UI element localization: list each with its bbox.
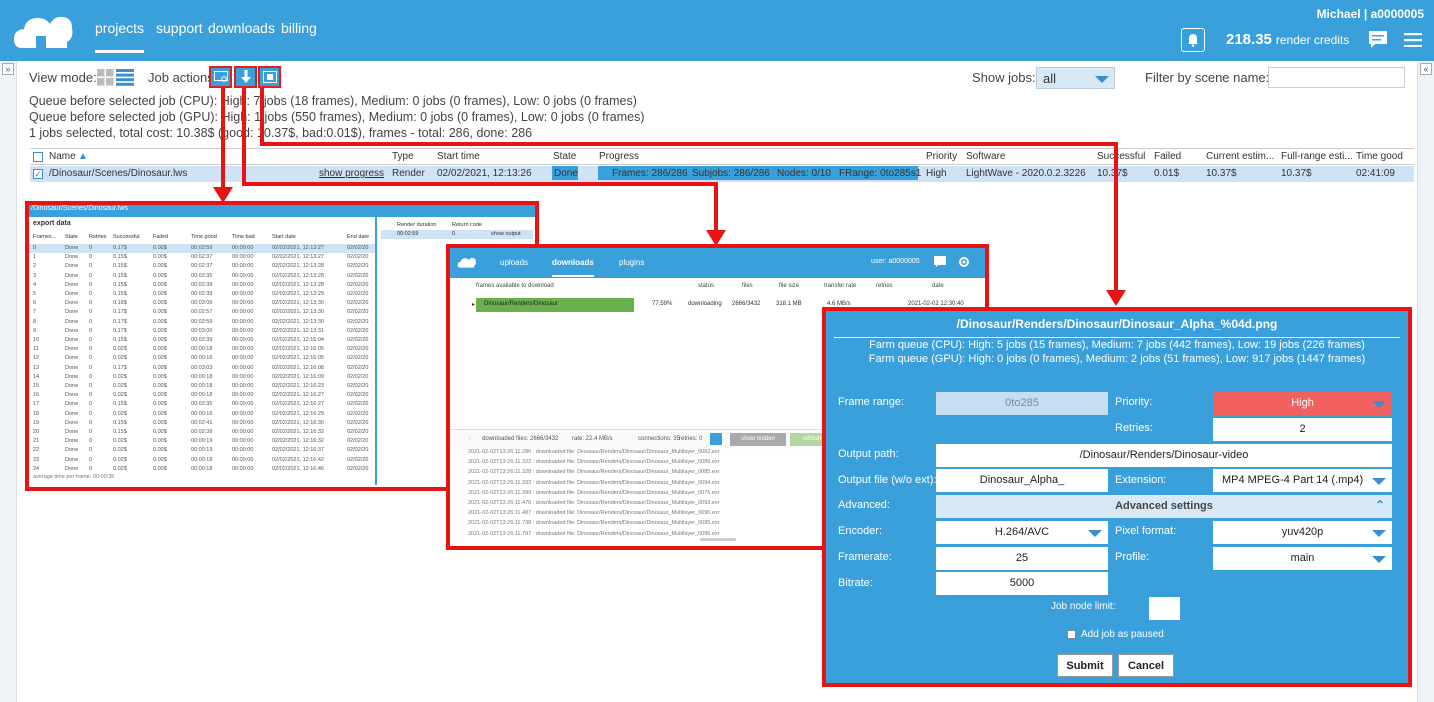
col-progress[interactable]: Progress	[599, 151, 639, 162]
nav-support[interactable]: support	[156, 20, 203, 36]
connector-line	[260, 88, 264, 144]
connector-line	[1114, 142, 1118, 290]
list-view-icon[interactable]	[116, 69, 134, 86]
row-priority: High	[926, 168, 947, 179]
row-name: /Dinosaur/Scenes/Dinosaur.lws	[49, 168, 188, 179]
show-progress-link[interactable]: show progress	[319, 168, 384, 179]
col-current-estimate[interactable]: Current estim...	[1206, 151, 1274, 162]
row-software: LightWave - 2020.0.2.3226	[966, 168, 1086, 179]
col-name[interactable]: Name	[49, 151, 76, 162]
queue-cpu-info: Queue before selected job (CPU): High: 7…	[29, 94, 637, 108]
col-software[interactable]: Software	[966, 151, 1005, 162]
row-current: 10.37$	[1206, 168, 1237, 179]
col-full-estimate[interactable]: Full-range esti...	[1281, 151, 1353, 162]
grid-view-icon[interactable]	[97, 69, 114, 86]
menu-icon[interactable]	[1404, 33, 1422, 47]
film-icon	[262, 71, 277, 83]
logo-icon[interactable]	[12, 8, 76, 52]
col-start-time[interactable]: Start time	[437, 151, 480, 162]
row-frange: FRange: 0to285s1	[839, 168, 922, 179]
connector-line	[260, 142, 1118, 146]
download-button[interactable]	[234, 66, 257, 88]
arrow-down-icon	[1106, 290, 1126, 306]
row-frames: Frames: 286/286	[612, 168, 688, 179]
credits-label: render credits	[1275, 33, 1350, 47]
create-video-button[interactable]	[258, 66, 281, 88]
col-state[interactable]: State	[553, 151, 576, 162]
user-name[interactable]: Michael | a0000005	[1317, 7, 1424, 21]
credits-display: 218.35 render credits	[1226, 31, 1349, 48]
filter-label: Filter by scene name:	[1145, 70, 1270, 85]
row-state: Done	[554, 168, 578, 179]
show-jobs-select[interactable]: all	[1036, 67, 1115, 89]
row-successful: 10.37$	[1097, 168, 1128, 179]
col-time-good[interactable]: Time good	[1356, 151, 1403, 162]
highlight-frame	[822, 307, 1412, 687]
nav-downloads[interactable]: downloads	[208, 20, 275, 36]
sort-asc-icon: ▲	[78, 151, 88, 162]
col-priority[interactable]: Priority	[926, 151, 957, 162]
monitor-search-icon	[213, 71, 228, 82]
col-successful[interactable]: Successful	[1097, 151, 1145, 162]
nav-billing[interactable]: billing	[281, 20, 317, 36]
show-jobs-label: Show jobs:	[972, 70, 1036, 85]
view-mode-label: View mode:	[29, 70, 97, 85]
connector-line	[221, 88, 225, 188]
job-actions-label: Job actions	[148, 70, 214, 85]
select-all-checkbox[interactable]	[33, 152, 43, 162]
left-sidebar: »	[0, 61, 17, 702]
filter-input[interactable]	[1268, 67, 1405, 88]
row-nodes: Nodes: 0/10	[777, 168, 831, 179]
connector-line	[242, 182, 718, 186]
right-sidebar: «	[1417, 61, 1434, 702]
show-jobs-value: all	[1043, 71, 1057, 86]
row-start: 02/02/2021, 12:13:26	[437, 168, 532, 179]
row-type: Render	[392, 168, 425, 179]
row-checkbox[interactable]: ✓	[33, 169, 43, 179]
expand-right-icon[interactable]: «	[1420, 63, 1432, 75]
row-subjobs: Subjobs: 286/286	[692, 168, 770, 179]
col-type[interactable]: Type	[392, 151, 414, 162]
col-failed[interactable]: Failed	[1154, 151, 1181, 162]
chat-icon[interactable]	[1368, 30, 1388, 50]
table-row[interactable]: ✓ /Dinosaur/Scenes/Dinosaur.lws show pro…	[30, 166, 1414, 182]
row-timegood: 02:41:09	[1356, 168, 1395, 179]
show-progress-button[interactable]	[209, 66, 232, 88]
download-arrow-icon	[240, 70, 251, 83]
top-bar: projects support downloads billing Micha…	[0, 0, 1434, 61]
credits-value: 218.35	[1226, 31, 1272, 48]
row-full: 10.37$	[1281, 168, 1312, 179]
bell-icon[interactable]	[1181, 28, 1205, 52]
nav-projects[interactable]: projects	[95, 20, 145, 53]
queue-gpu-info: Queue before selected job (GPU): High: 1…	[29, 110, 645, 124]
chevron-down-icon	[1095, 76, 1109, 83]
expand-left-icon[interactable]: »	[2, 63, 14, 75]
jobs-table-header: Name ▲ Type Start time State Progress Pr…	[30, 148, 1414, 165]
connector-line	[242, 88, 246, 184]
row-failed: 0.01$	[1154, 168, 1180, 179]
connector-line	[714, 182, 718, 230]
selection-summary: 1 jobs selected, total cost: 10.38$ (goo…	[29, 126, 533, 140]
